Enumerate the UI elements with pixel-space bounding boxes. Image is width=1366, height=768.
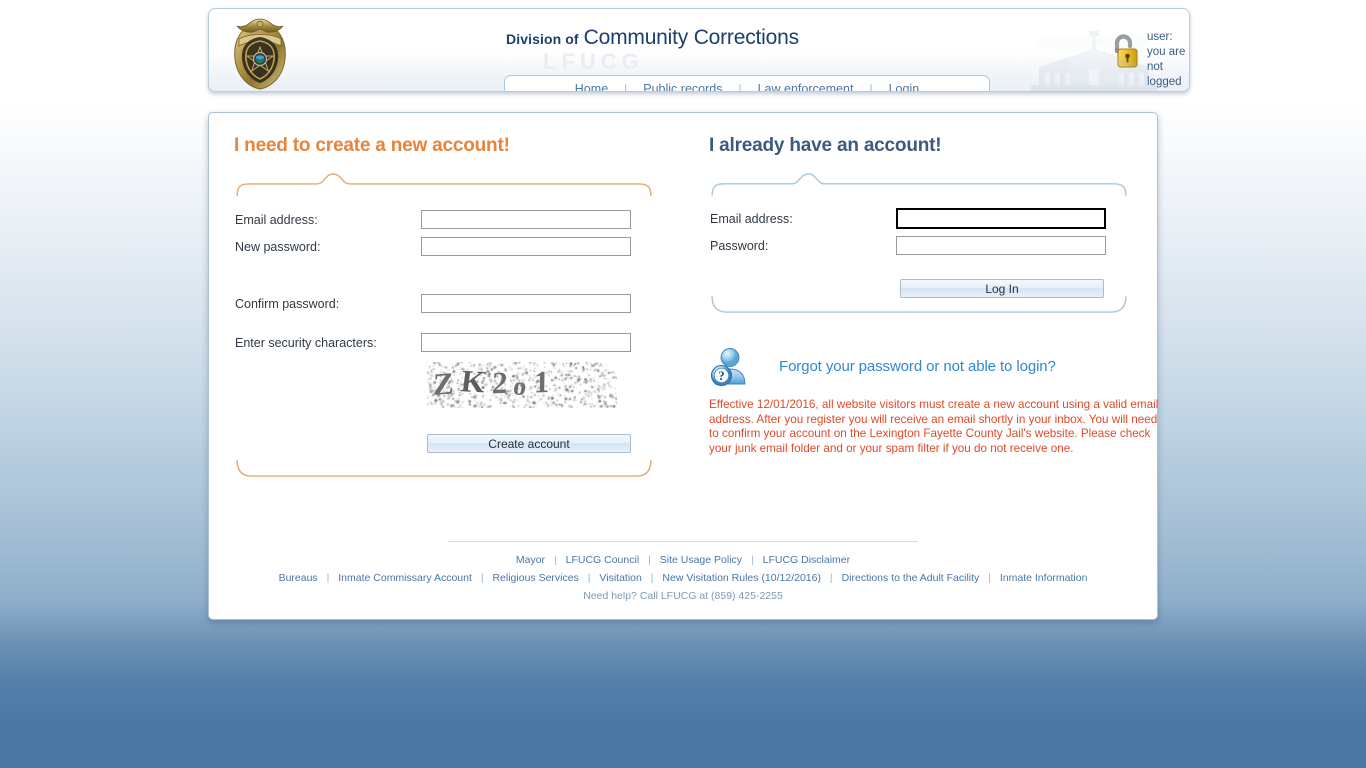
login-email-label: Email address:: [710, 211, 793, 226]
site-title: Division of Community Corrections: [506, 26, 799, 50]
login-password-input[interactable]: [896, 236, 1106, 255]
register-section: I need to create a new account! Email ad…: [234, 135, 654, 493]
footer-links-row-1: Mayor | LFUCG Council | Site Usage Polic…: [209, 551, 1157, 569]
footer-separator: |: [829, 572, 833, 584]
footer-links-row-2: Bureaus | Inmate Commissary Account | Re…: [209, 569, 1157, 587]
footer-separator: |: [750, 554, 754, 566]
forgot-password-block: ? Forgot your password or not able to lo…: [709, 345, 1139, 387]
register-email-input[interactable]: [421, 210, 631, 229]
footer-link-directions-to-adult-facility[interactable]: Directions to the Adult Facility: [842, 572, 980, 584]
nav-item-public-records[interactable]: Public records: [627, 77, 738, 92]
site-title-prefix: Division of: [506, 31, 579, 47]
site-title-main: Community Corrections: [583, 26, 799, 49]
register-heading: I need to create a new account!: [234, 135, 510, 156]
footer-separator: |: [648, 554, 651, 566]
footer-separator: |: [553, 554, 557, 566]
login-email-input[interactable]: [896, 208, 1106, 229]
footer-help-text: Need help? Call LFUCG at (859) 425-2255: [583, 590, 783, 602]
footer-link-religious-services[interactable]: Religious Services: [492, 572, 578, 584]
page-root: Division ofCommunity Corrections LFUCG: [0, 0, 1366, 768]
register-new-password-label: New password:: [235, 239, 321, 254]
lfucg-watermark-text: LFUCG: [543, 49, 644, 74]
svg-text:?: ?: [718, 369, 724, 383]
captcha-text: ZK2o1: [432, 363, 558, 402]
login-password-label: Password:: [710, 238, 769, 253]
captcha-image: ZK2o1: [427, 362, 617, 408]
login-heading: I already have an account!: [709, 135, 942, 156]
login-section: I already have an account! Email address…: [709, 135, 1129, 319]
login-field-row: Password:: [710, 232, 1128, 259]
register-email-label: Email address:: [235, 212, 318, 227]
footer-link-bureaus[interactable]: Bureaus: [279, 572, 318, 584]
register-field-row: Confirm password:: [235, 290, 653, 317]
register-confirm-password-label: Confirm password:: [235, 296, 340, 311]
footer-separator: |: [587, 572, 591, 584]
footer-separator: |: [650, 572, 654, 584]
registration-notice-text: Effective 12/01/2016, all website visito…: [709, 398, 1159, 455]
register-field-row: Email address:: [235, 206, 653, 233]
nav-item-login[interactable]: Login: [873, 77, 936, 92]
footer-link-new-visitation-rules[interactable]: New Visitation Rules (10/12/2016): [662, 572, 821, 584]
register-field-row: Enter security characters:: [235, 329, 653, 356]
courthouse-watermark-icon: [1009, 29, 1179, 91]
nav-item-home[interactable]: Home: [559, 77, 624, 92]
create-account-button[interactable]: Create account: [427, 434, 631, 453]
footer-link-lfucg-disclaimer[interactable]: LFUCG Disclaimer: [763, 554, 851, 566]
footer-divider: [448, 541, 918, 542]
user-question-icon: ?: [709, 345, 751, 387]
register-captcha-label: Enter security characters:: [235, 335, 377, 350]
register-fieldset: Email address: New password: Confirm pas…: [234, 171, 654, 493]
login-field-row: Email address:: [710, 205, 1128, 232]
footer-link-mayor[interactable]: Mayor: [516, 554, 545, 566]
register-new-password-input[interactable]: [421, 237, 631, 256]
site-header: Division ofCommunity Corrections LFUCG: [208, 8, 1190, 92]
footer-link-site-usage-policy[interactable]: Site Usage Policy: [660, 554, 742, 566]
card-footer: Mayor | LFUCG Council | Site Usage Polic…: [209, 541, 1157, 602]
register-confirm-password-input[interactable]: [421, 294, 631, 313]
footer-link-inmate-information[interactable]: Inmate Information: [1000, 572, 1088, 584]
login-fieldset: Email address: Password: Log In: [709, 171, 1129, 319]
footer-separator: |: [326, 572, 330, 584]
forgot-password-link[interactable]: Forgot your password or not able to logi…: [779, 358, 1056, 375]
police-badge-icon: [227, 15, 293, 91]
nav-item-law-enforcement[interactable]: Law enforcement: [742, 77, 870, 92]
register-field-row: New password:: [235, 233, 653, 260]
footer-link-inmate-commissary-account[interactable]: Inmate Commissary Account: [338, 572, 472, 584]
footer-separator: |: [988, 572, 991, 584]
register-captcha-input[interactable]: [421, 333, 631, 352]
footer-link-lfucg-council[interactable]: LFUCG Council: [566, 554, 640, 566]
main-content-card: I need to create a new account! Email ad…: [208, 112, 1158, 620]
main-navigation: Home | Public records | Law enforcement …: [504, 75, 990, 92]
log-in-button[interactable]: Log In: [900, 279, 1104, 298]
footer-separator: |: [480, 572, 484, 584]
footer-link-visitation[interactable]: Visitation: [599, 572, 641, 584]
